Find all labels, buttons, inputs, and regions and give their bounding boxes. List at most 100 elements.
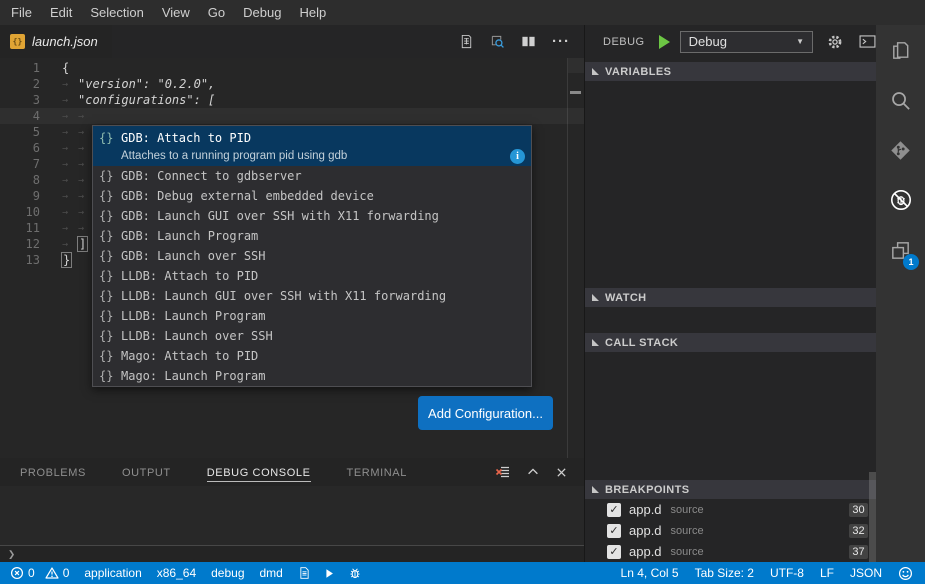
section-header-call-stack[interactable]: CALL STACK bbox=[585, 333, 876, 352]
code-text: "version": "0.2.0", bbox=[78, 77, 215, 91]
line-content: } bbox=[40, 252, 72, 268]
statusbar-item[interactable]: application bbox=[84, 566, 141, 580]
problems-status[interactable]: 0 0 bbox=[10, 566, 69, 580]
suggest-item-selected[interactable]: {} GDB: Attach to PID Attaches to a runn… bbox=[93, 126, 531, 166]
line-number: 8 bbox=[0, 173, 40, 187]
suggest-item[interactable]: {} LLDB: Attach to PID bbox=[93, 266, 531, 286]
menu-item[interactable]: Go bbox=[199, 0, 234, 25]
statusbar-item[interactable]: JSON bbox=[850, 566, 882, 580]
menu-item[interactable]: Selection bbox=[81, 0, 152, 25]
add-configuration-button[interactable]: Add Configuration... bbox=[418, 396, 553, 430]
statusbar-item[interactable]: debug bbox=[211, 566, 244, 580]
suggest-item[interactable]: {} GDB: Connect to gdbserver bbox=[93, 166, 531, 186]
split-editor-icon[interactable] bbox=[521, 34, 536, 49]
suggest-item[interactable]: {} LLDB: Launch Program bbox=[93, 306, 531, 326]
explorer-icon[interactable] bbox=[876, 25, 925, 75]
breakpoint-row[interactable]: ✓ app.d source 32 bbox=[585, 520, 876, 541]
maximize-panel-icon[interactable] bbox=[526, 465, 540, 479]
menu-item[interactable]: File bbox=[2, 0, 41, 25]
statusbar-item[interactable]: UTF-8 bbox=[770, 566, 804, 580]
debug-config-name: Debug bbox=[689, 34, 796, 49]
extensions-icon[interactable]: 1 bbox=[876, 225, 925, 275]
debug-bug-icon[interactable] bbox=[348, 566, 362, 580]
suggest-item[interactable]: {} Mago: Attach to PID bbox=[93, 346, 531, 366]
open-changes-icon[interactable] bbox=[459, 34, 474, 49]
call-stack-body bbox=[585, 352, 876, 480]
source-control-icon[interactable] bbox=[876, 125, 925, 175]
menu-item[interactable]: Edit bbox=[41, 0, 81, 25]
code-text: } bbox=[61, 252, 72, 268]
debug-console-input[interactable]: ❯ bbox=[0, 545, 584, 562]
section-header-variables[interactable]: VARIABLES bbox=[585, 62, 876, 81]
suggest-item[interactable]: {} GDB: Launch GUI over SSH with X11 for… bbox=[93, 206, 531, 226]
twistie-icon bbox=[592, 294, 599, 301]
menu-item[interactable]: View bbox=[153, 0, 199, 25]
line-content: →"configurations": [ bbox=[40, 93, 215, 107]
more-actions-icon[interactable]: ··· bbox=[552, 33, 570, 50]
tab-whitespace-arrow: → bbox=[62, 207, 78, 218]
configure-gear-icon[interactable] bbox=[827, 34, 843, 50]
section-title: CALL STACK bbox=[605, 337, 678, 349]
suggest-item[interactable]: {} GDB: Launch Program bbox=[93, 226, 531, 246]
bottom-panel: PROBLEMS OUTPUT DEBUG CONSOLE TERMINAL bbox=[0, 458, 584, 562]
menu-item[interactable]: Debug bbox=[234, 0, 290, 25]
debug-sidebar: DEBUG Debug ▼ VARIABLES WATCH bbox=[584, 25, 876, 562]
suggest-item[interactable]: {} GDB: Debug external embedded device bbox=[93, 186, 531, 206]
snippet-icon: {} bbox=[99, 209, 121, 223]
code-editor[interactable]: 1 { 2 →"version": "0.2.0", 3 →"configura… bbox=[0, 58, 584, 458]
breakpoint-row[interactable]: ✓ app.d source 30 bbox=[585, 499, 876, 520]
twistie-icon bbox=[592, 68, 599, 75]
twistie-icon bbox=[592, 339, 599, 346]
line-content: →"version": "0.2.0", bbox=[40, 77, 215, 91]
search-icon[interactable] bbox=[876, 75, 925, 125]
build-doc-icon[interactable] bbox=[298, 566, 311, 580]
snippet-icon: {} bbox=[99, 269, 121, 283]
info-icon[interactable]: i bbox=[510, 149, 525, 164]
breakpoint-checkbox[interactable]: ✓ bbox=[607, 524, 621, 538]
statusbar-item[interactable]: dmd bbox=[260, 566, 283, 580]
panel-tab[interactable]: TERMINAL bbox=[347, 463, 407, 482]
panel-tab[interactable]: PROBLEMS bbox=[20, 463, 86, 482]
close-panel-icon[interactable] bbox=[555, 466, 568, 479]
tab-launch-json[interactable]: {} launch.json bbox=[0, 25, 112, 58]
code-line[interactable]: 4 →→ bbox=[0, 108, 584, 124]
section-header-watch[interactable]: WATCH bbox=[585, 288, 876, 307]
breakpoint-file: app.d bbox=[629, 502, 662, 517]
statusbar-item[interactable]: LF bbox=[820, 566, 834, 580]
suggest-item[interactable]: {} GDB: Launch over SSH bbox=[93, 246, 531, 266]
snippet-icon: {} bbox=[99, 131, 121, 145]
debug-console-toggle-icon[interactable] bbox=[859, 35, 876, 48]
sidebar-scrollbar[interactable] bbox=[869, 472, 876, 562]
section-header-breakpoints[interactable]: BREAKPOINTS bbox=[585, 480, 876, 499]
run-icon[interactable] bbox=[324, 567, 335, 580]
suggest-item[interactable]: {} LLDB: Launch GUI over SSH with X11 fo… bbox=[93, 286, 531, 306]
statusbar-item[interactable]: Ln 4, Col 5 bbox=[621, 566, 679, 580]
breakpoint-checkbox[interactable]: ✓ bbox=[607, 545, 621, 559]
breakpoint-row[interactable]: ✓ app.d source 37 bbox=[585, 541, 876, 562]
code-line[interactable]: 3 →"configurations": [ bbox=[0, 92, 584, 108]
suggest-item-label: GDB: Launch Program bbox=[121, 229, 258, 243]
clear-console-icon[interactable] bbox=[495, 464, 511, 480]
code-line[interactable]: 1 { bbox=[0, 60, 584, 76]
suggest-item[interactable]: {} Mago: Launch Program bbox=[93, 366, 531, 386]
suggest-item-label: Mago: Attach to PID bbox=[121, 349, 258, 363]
debug-config-select[interactable]: Debug ▼ bbox=[680, 31, 813, 53]
feedback-smiley-icon[interactable] bbox=[898, 566, 913, 581]
extensions-badge: 1 bbox=[903, 254, 919, 270]
line-number: 3 bbox=[0, 93, 40, 107]
debug-icon[interactable] bbox=[876, 175, 925, 225]
statusbar-item[interactable]: Tab Size: 2 bbox=[695, 566, 754, 580]
debug-console-output[interactable] bbox=[0, 486, 584, 545]
tab-whitespace-arrow: → bbox=[62, 111, 78, 122]
line-content: →] bbox=[40, 236, 88, 252]
suggest-item[interactable]: {} LLDB: Launch over SSH bbox=[93, 326, 531, 346]
open-preview-icon[interactable] bbox=[490, 34, 505, 49]
menu-item[interactable]: Help bbox=[290, 0, 335, 25]
panel-tab[interactable]: OUTPUT bbox=[122, 463, 171, 482]
panel-tab[interactable]: DEBUG CONSOLE bbox=[207, 463, 311, 482]
code-line[interactable]: 2 →"version": "0.2.0", bbox=[0, 76, 584, 92]
statusbar-item[interactable]: x86_64 bbox=[157, 566, 196, 580]
snippet-icon: {} bbox=[99, 349, 121, 363]
start-debug-icon[interactable] bbox=[659, 35, 670, 49]
breakpoint-checkbox[interactable]: ✓ bbox=[607, 503, 621, 517]
